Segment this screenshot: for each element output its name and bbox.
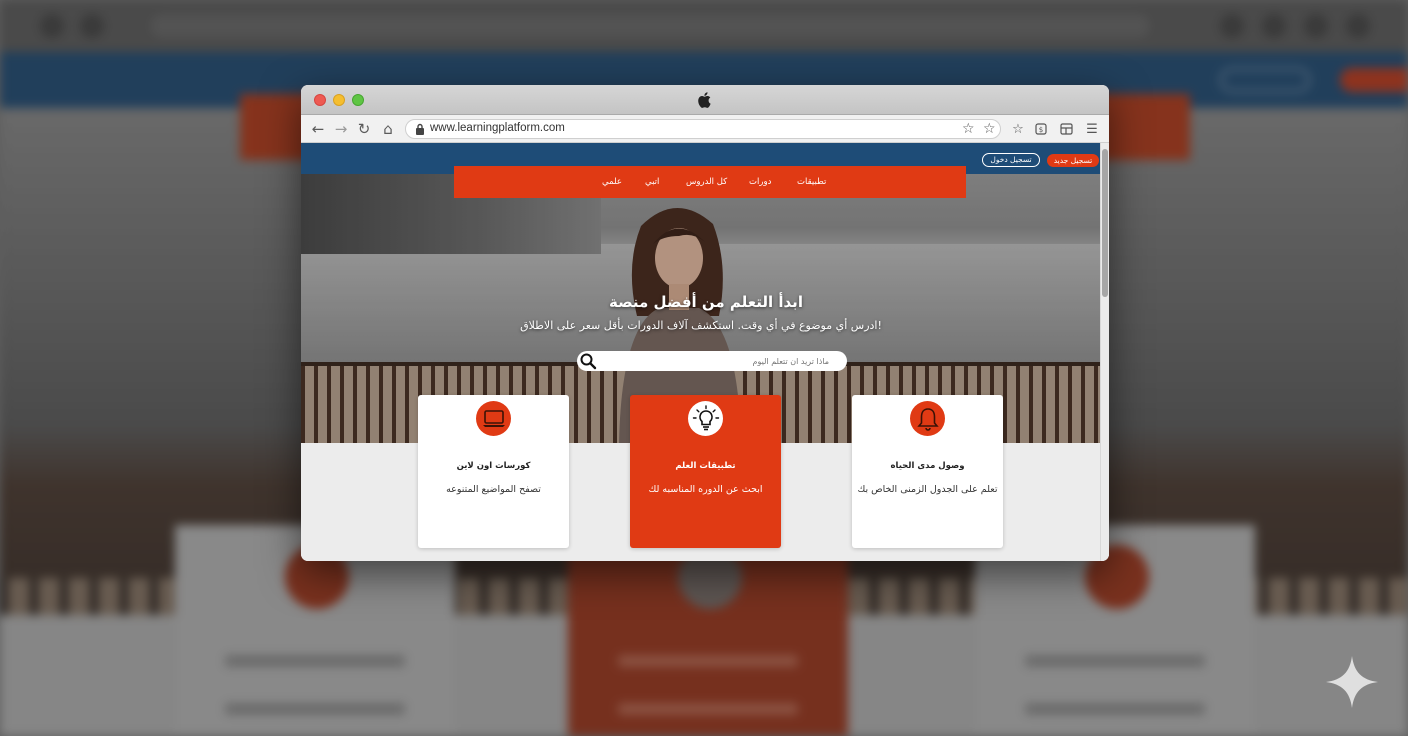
browser-window: ← → ↻ ⌂ www.learningplatform.com ☆ ☆ ☆ $… bbox=[301, 85, 1109, 561]
signup-button[interactable]: تسجيل جديد bbox=[1047, 154, 1099, 167]
login-button[interactable]: تسجيل دخول bbox=[982, 153, 1040, 167]
lock-icon bbox=[416, 123, 424, 135]
main-navigation: تطبيقات دورات كل الدروس اتبي علمي bbox=[454, 166, 966, 198]
card-title: تطبيقات العلم bbox=[675, 461, 736, 471]
scrollbar-thumb[interactable] bbox=[1102, 149, 1108, 297]
browser-toolbar: ← → ↻ ⌂ www.learningplatform.com ☆ ☆ ☆ $… bbox=[301, 115, 1109, 143]
apple-logo-icon bbox=[698, 92, 711, 108]
maximize-window-button[interactable] bbox=[352, 94, 364, 106]
nav-item-3[interactable]: اتبي bbox=[645, 177, 659, 187]
search-bar bbox=[577, 351, 847, 371]
minimize-window-button[interactable] bbox=[333, 94, 345, 106]
address-bar[interactable]: www.learningplatform.com ☆ ☆ bbox=[405, 119, 1001, 139]
nav-item-4[interactable]: علمي bbox=[602, 177, 622, 187]
laptop-icon bbox=[476, 401, 511, 436]
feature-card-learning-apps[interactable]: تطبيقات العلم ابحث عن الدوره المناسبه لك bbox=[630, 395, 781, 548]
card-title: كورسات اون لاين bbox=[456, 461, 531, 471]
bell-icon bbox=[910, 401, 945, 436]
nav-item-courses[interactable]: دورات bbox=[749, 177, 771, 187]
hero-title: ابدأ التعلم من أفضل منصة bbox=[609, 293, 803, 311]
home-icon[interactable]: ⌂ bbox=[380, 120, 396, 138]
card-description: ابحث عن الدوره المناسبه لك bbox=[648, 484, 763, 495]
feature-card-online-courses[interactable]: كورسات اون لاين تصفح المواضيع المتنوعه bbox=[418, 395, 569, 548]
window-titlebar bbox=[301, 85, 1109, 115]
lightbulb-icon bbox=[688, 401, 723, 436]
forward-arrow-icon[interactable]: → bbox=[333, 120, 349, 138]
nav-item-apps[interactable]: تطبيقات bbox=[797, 177, 826, 187]
close-window-button[interactable] bbox=[314, 94, 326, 106]
feature-card-lifetime-access[interactable]: وصول مدى الحياه تعلم على الجدول الزمنى ا… bbox=[852, 395, 1003, 548]
hero-subtitle: ادرس أي موضوع في أي وقت. استكشف آلاف الد… bbox=[520, 319, 882, 332]
back-arrow-icon[interactable]: ← bbox=[310, 120, 326, 138]
extension-icon[interactable]: $ bbox=[1033, 120, 1049, 138]
search-input[interactable] bbox=[603, 353, 829, 369]
url-text: www.learningplatform.com bbox=[430, 122, 565, 134]
favorite-star-icon[interactable]: ☆ bbox=[983, 121, 996, 137]
page-viewport: تسجيل جديد تسجيل دخول تطبيقات دورات كل ا… bbox=[301, 143, 1109, 561]
bookmark-star-icon[interactable]: ☆ bbox=[962, 121, 975, 137]
svg-text:$: $ bbox=[1039, 126, 1043, 134]
card-title: وصول مدى الحياه bbox=[890, 461, 965, 471]
card-description: تعلم على الجدول الزمنى الخاص بك bbox=[857, 484, 998, 495]
sparkle-watermark-icon bbox=[1326, 656, 1378, 708]
menu-icon[interactable]: ☰ bbox=[1084, 120, 1100, 138]
reload-icon[interactable]: ↻ bbox=[356, 120, 372, 138]
nav-item-all-lessons[interactable]: كل الدروس bbox=[686, 177, 727, 187]
card-description: تصفح المواضيع المتنوعه bbox=[446, 484, 541, 495]
page-scrollbar[interactable] bbox=[1100, 143, 1109, 561]
search-icon[interactable] bbox=[579, 352, 597, 370]
sidebar-icon[interactable] bbox=[1058, 120, 1074, 138]
reading-list-star-icon[interactable]: ☆ bbox=[1010, 120, 1026, 138]
